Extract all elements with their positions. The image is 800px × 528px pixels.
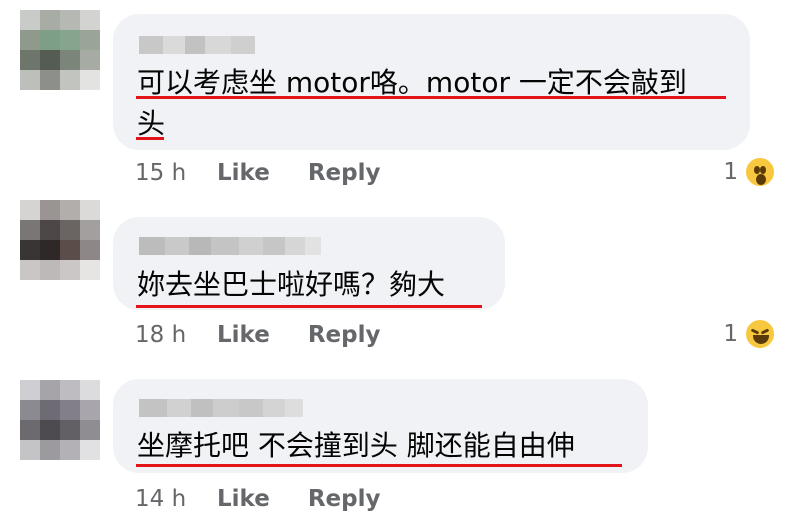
like-button[interactable]: Like [217,486,270,512]
red-underline [136,464,622,467]
comment-bubble: 可以考虑坐 motor咯。motor 一定不会敲到 头 [113,14,750,150]
comment-text: 坐摩托吧 不会撞到头 脚还能自由伸 [137,429,575,462]
reaction-summary[interactable]: 1 [723,156,776,188]
commenter-name-redacted[interactable] [139,237,321,255]
haha-emoji-icon [744,318,776,350]
red-underline [136,305,482,308]
reaction-summary[interactable]: 1 [723,318,776,350]
red-underline [136,137,164,140]
reply-button[interactable]: Reply [308,322,381,348]
comment-bubble: 坐摩托吧 不会撞到头 脚还能自由伸 [113,379,648,473]
wow-emoji-icon [744,156,776,188]
reply-button[interactable]: Reply [308,160,381,186]
comment-actions: 18 h Like Reply [135,322,418,348]
commenter-name-redacted[interactable] [139,36,255,54]
reaction-count: 1 [723,159,738,185]
avatar[interactable] [20,200,100,280]
red-underline [136,96,726,99]
reply-button[interactable]: Reply [308,486,381,512]
reaction-count: 1 [723,321,738,347]
timestamp[interactable]: 14 h [135,486,217,512]
commenter-name-redacted[interactable] [139,399,303,417]
avatar[interactable] [20,10,100,90]
comment-actions: 15 h Like Reply [135,160,418,186]
like-button[interactable]: Like [217,160,270,186]
avatar[interactable] [20,380,100,460]
timestamp[interactable]: 15 h [135,160,217,186]
comment-bubble: 妳去坐巴士啦好嗎？夠大 [113,217,505,310]
comment-text: 妳去坐巴士啦好嗎？夠大 [137,268,446,301]
like-button[interactable]: Like [217,322,270,348]
comment-actions: 14 h Like Reply [135,486,418,512]
timestamp[interactable]: 18 h [135,322,217,348]
